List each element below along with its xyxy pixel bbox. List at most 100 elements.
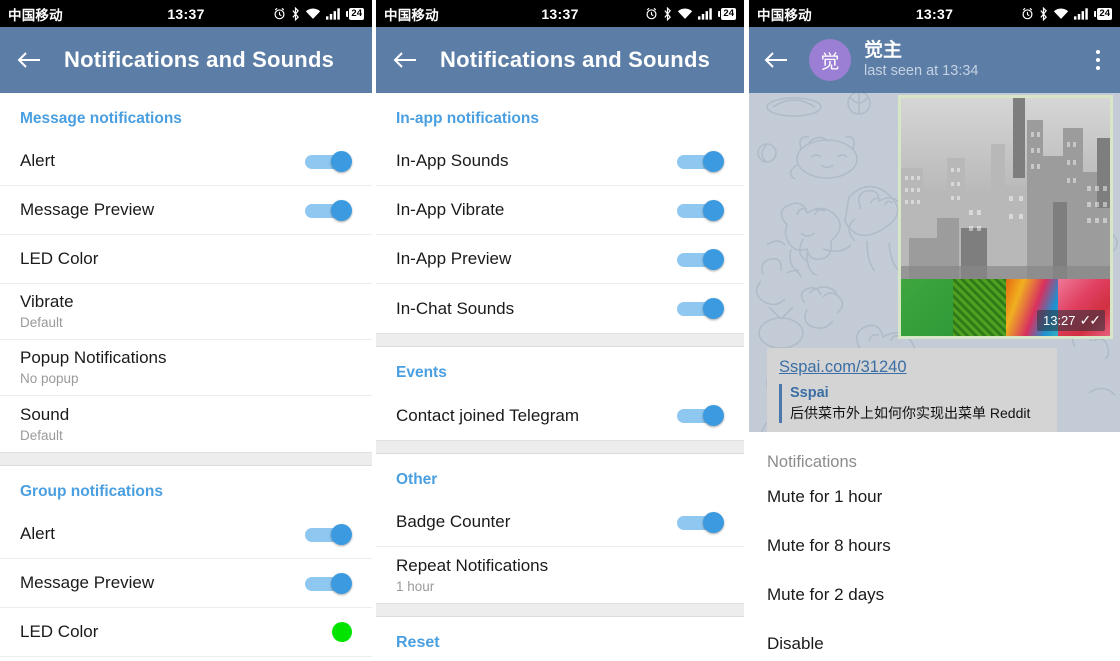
- app-bar-1: Notifications and Sounds: [0, 27, 372, 93]
- row-label: Vibrate: [20, 292, 74, 311]
- alarm-icon: [273, 7, 286, 20]
- signal-icon: [1073, 7, 1091, 20]
- chat-message-area: 13:27 ✓✓ Sspai.com/31240 Sspai 后供菜市外上如何你…: [749, 93, 1120, 661]
- phone-screen-2: 中国移动 13:37 24 Notifications and Sounds I…: [376, 0, 744, 661]
- toggle-in-chat-sounds[interactable]: [677, 298, 724, 319]
- toggle-in-app-preview[interactable]: [677, 248, 724, 270]
- row-label: In-App Sounds: [396, 151, 509, 170]
- row-value: Default: [20, 315, 63, 330]
- setting-row-in-app-vibrate[interactable]: In-App Vibrate: [376, 186, 744, 235]
- settings-list-2: In-app notifications In-App Sounds In-Ap…: [376, 93, 744, 661]
- thumb-2: [953, 279, 1006, 336]
- read-receipt-icon: ✓✓: [1079, 312, 1102, 328]
- setting-row-sound[interactable]: Sound Default: [0, 396, 372, 452]
- screenshot-root: 中国移动 13:37 24 Notifications and Sounds M…: [0, 0, 1120, 661]
- link-preview-url[interactable]: Sspai.com/31240: [779, 358, 907, 377]
- led-color-swatch[interactable]: [332, 622, 352, 642]
- row-label: In-App Vibrate: [396, 200, 505, 219]
- setting-row-in-app-sounds[interactable]: In-App Sounds: [376, 137, 744, 186]
- setting-row-message-preview[interactable]: Message Preview: [0, 186, 372, 235]
- section-divider: [376, 440, 744, 454]
- row-value: Default: [20, 427, 63, 443]
- toggle-in-app-sounds[interactable]: [677, 150, 724, 172]
- status-bar-1: 中国移动 13:37 24: [0, 0, 372, 27]
- signal-icon: [325, 7, 343, 20]
- alarm-icon: [1021, 7, 1034, 20]
- setting-row-group-alert[interactable]: Alert: [0, 510, 372, 559]
- row-label: Message Preview: [20, 573, 155, 592]
- sheet-item-mute-2-days[interactable]: Mute for 2 days: [749, 570, 1120, 619]
- section-header-group-notifications: Group notifications: [20, 483, 163, 500]
- reset-button[interactable]: Reset: [376, 617, 744, 661]
- page-title: Notifications and Sounds: [64, 47, 335, 72]
- toggle-in-app-vibrate[interactable]: [677, 199, 724, 221]
- section-header-events: Events: [396, 364, 447, 381]
- setting-row-popup-notifications[interactable]: Popup Notifications No popup: [0, 340, 372, 396]
- back-arrow-icon[interactable]: [392, 50, 426, 70]
- status-bar-2: 中国移动 13:37 24: [376, 0, 744, 27]
- toggle-group-alert[interactable]: [305, 523, 352, 545]
- row-value: No popup: [20, 371, 79, 386]
- page-title: Notifications and Sounds: [440, 47, 711, 72]
- setting-row-contact-joined[interactable]: Contact joined Telegram: [376, 391, 744, 440]
- section-divider: [376, 603, 744, 617]
- timestamp-text: 13:27: [1042, 313, 1076, 328]
- sheet-title: Notifications: [767, 453, 857, 471]
- back-arrow-icon[interactable]: [16, 50, 50, 70]
- toggle-message-preview[interactable]: [305, 199, 352, 221]
- battery-icon: 24: [345, 7, 364, 20]
- settings-list-1: Message notifications Alert Message Prev…: [0, 93, 372, 657]
- bluetooth-icon: [291, 6, 300, 21]
- toggle-contact-joined[interactable]: [677, 405, 724, 426]
- link-preview-card[interactable]: Sspai.com/31240 Sspai 后供菜市外上如何你实现出菜单 Red…: [767, 348, 1057, 435]
- toggle-alert[interactable]: [305, 150, 352, 172]
- setting-row-badge-counter[interactable]: Badge Counter: [376, 498, 744, 547]
- avatar[interactable]: 觉: [809, 39, 851, 81]
- signal-icon: [697, 7, 715, 20]
- app-bar-3: 觉 觉主 last seen at 13:34: [749, 27, 1120, 93]
- toggle-badge-counter[interactable]: [677, 511, 724, 533]
- setting-row-in-app-preview[interactable]: In-App Preview: [376, 235, 744, 284]
- link-preview-site: Sspai: [790, 385, 829, 401]
- toggle-group-message-preview[interactable]: [305, 572, 352, 594]
- contact-status: last seen at 13:34: [864, 63, 979, 79]
- status-bar-3: 中国移动 13:37 24: [749, 0, 1120, 27]
- photo-message[interactable]: 13:27 ✓✓: [898, 95, 1113, 339]
- bluetooth-icon: [1039, 6, 1048, 21]
- row-label: Contact joined Telegram: [396, 405, 580, 425]
- status-icons: 24: [645, 6, 736, 21]
- wifi-icon: [677, 7, 693, 20]
- row-label: In-Chat Sounds: [396, 298, 515, 318]
- reset-label: Reset: [396, 634, 440, 651]
- row-label: In-App Preview: [396, 249, 512, 268]
- kebab-menu-icon[interactable]: [1088, 44, 1108, 76]
- back-arrow-icon[interactable]: [763, 50, 797, 70]
- chat-header-info[interactable]: 觉主 last seen at 13:34: [864, 39, 978, 81]
- contact-name: 觉主: [864, 40, 903, 61]
- row-label: LED Color: [20, 622, 99, 641]
- wifi-icon: [305, 7, 321, 20]
- setting-row-group-message-preview[interactable]: Message Preview: [0, 559, 372, 608]
- setting-row-led-color[interactable]: LED Color: [0, 235, 372, 284]
- setting-row-group-led-color[interactable]: LED Color: [0, 608, 372, 657]
- sheet-item-mute-8-hours[interactable]: Mute for 8 hours: [749, 521, 1120, 570]
- sheet-item-mute-1-hour[interactable]: Mute for 1 hour: [749, 472, 1120, 521]
- row-value: 1 hour: [396, 578, 435, 594]
- section-header-in-app-notifications: In-app notifications: [396, 110, 539, 127]
- row-label: Alert: [20, 151, 55, 170]
- setting-row-repeat-notifications[interactable]: Repeat Notifications 1 hour: [376, 547, 744, 603]
- row-label: Alert: [20, 524, 55, 543]
- section-divider: [0, 452, 372, 466]
- section-header-other: Other: [396, 471, 438, 488]
- setting-row-vibrate[interactable]: Vibrate Default: [0, 284, 372, 340]
- row-label: Message Preview: [20, 200, 155, 219]
- setting-row-in-chat-sounds[interactable]: In-Chat Sounds: [376, 284, 744, 333]
- sheet-item-disable[interactable]: Disable: [749, 619, 1120, 661]
- section-divider: [376, 333, 744, 347]
- setting-row-alert[interactable]: Alert: [0, 137, 372, 186]
- row-label: LED Color: [20, 249, 99, 268]
- row-label: Badge Counter: [396, 512, 511, 531]
- bluetooth-icon: [663, 6, 672, 21]
- battery-icon: 24: [717, 7, 736, 20]
- message-timestamp: 13:27 ✓✓: [1036, 310, 1105, 331]
